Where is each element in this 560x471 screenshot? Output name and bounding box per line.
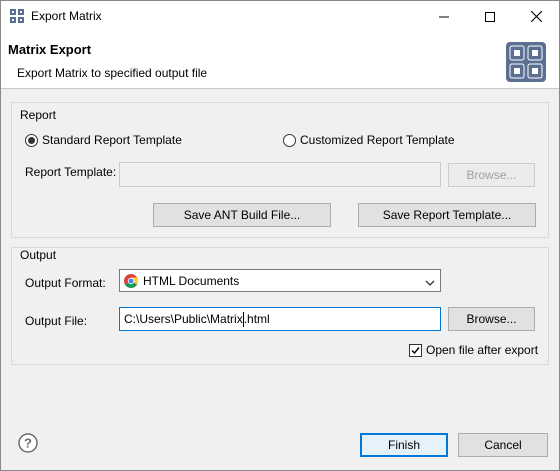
- cancel-button[interactable]: Cancel: [458, 433, 548, 457]
- maximize-button[interactable]: [467, 1, 513, 32]
- header-banner: Matrix Export Export Matrix to specified…: [1, 32, 559, 89]
- radio-standard-label: Standard Report Template: [42, 133, 182, 147]
- output-file-browse-button[interactable]: Browse...: [448, 307, 535, 331]
- title-bar: Export Matrix: [1, 1, 559, 32]
- finish-button[interactable]: Finish: [360, 433, 448, 457]
- radio-customized-template[interactable]: Customized Report Template: [283, 133, 455, 147]
- output-format-select[interactable]: HTML Documents: [119, 269, 441, 292]
- checkmark-icon: [411, 346, 420, 354]
- minimize-button[interactable]: [421, 1, 467, 32]
- svg-text:?: ?: [24, 436, 32, 451]
- maximize-icon: [485, 11, 495, 22]
- close-button[interactable]: [513, 1, 559, 32]
- chrome-icon: [124, 273, 138, 288]
- output-format-value: HTML Documents: [143, 273, 240, 288]
- radio-standard-indicator[interactable]: [25, 133, 38, 147]
- banner-description: Export Matrix to specified output file: [17, 66, 208, 80]
- minimize-icon: [439, 16, 449, 17]
- report-template-field[interactable]: [119, 162, 441, 187]
- matrix-icon: [506, 42, 546, 82]
- radio-standard-template[interactable]: Standard Report Template: [25, 133, 182, 147]
- output-group-label: Output: [20, 248, 57, 262]
- report-template-label: Report Template:: [25, 165, 117, 179]
- radio-customized-indicator[interactable]: [283, 133, 296, 147]
- banner-title: Matrix Export: [8, 42, 92, 57]
- chevron-down-icon[interactable]: [425, 276, 435, 290]
- open-after-export-checkbox[interactable]: Open file after export: [409, 343, 538, 357]
- window-title: Export Matrix: [31, 9, 102, 23]
- help-icon[interactable]: ?: [18, 433, 38, 453]
- save-report-template-button[interactable]: Save Report Template...: [358, 203, 536, 227]
- checkbox-indicator[interactable]: [409, 343, 422, 357]
- output-file-input[interactable]: C:\Users\Public\Matrix .html: [119, 307, 441, 331]
- close-icon: [530, 11, 542, 22]
- save-ant-build-file-button[interactable]: Save ANT Build File...: [153, 203, 331, 227]
- app-icon: [10, 9, 24, 23]
- output-file-label: Output File:: [25, 314, 88, 328]
- radio-customized-label: Customized Report Template: [300, 133, 455, 147]
- export-matrix-dialog: Export Matrix Matrix Export Export Matri…: [0, 0, 560, 471]
- report-group-label: Report: [20, 108, 57, 122]
- open-after-export-label: Open file after export: [426, 343, 539, 357]
- output-file-value-before-caret: C:\Users\Public\Matrix: [124, 312, 243, 326]
- output-file-value-after-caret: .html: [243, 312, 270, 326]
- output-format-label: Output Format:: [25, 276, 106, 290]
- report-template-browse-button[interactable]: Browse...: [448, 163, 535, 187]
